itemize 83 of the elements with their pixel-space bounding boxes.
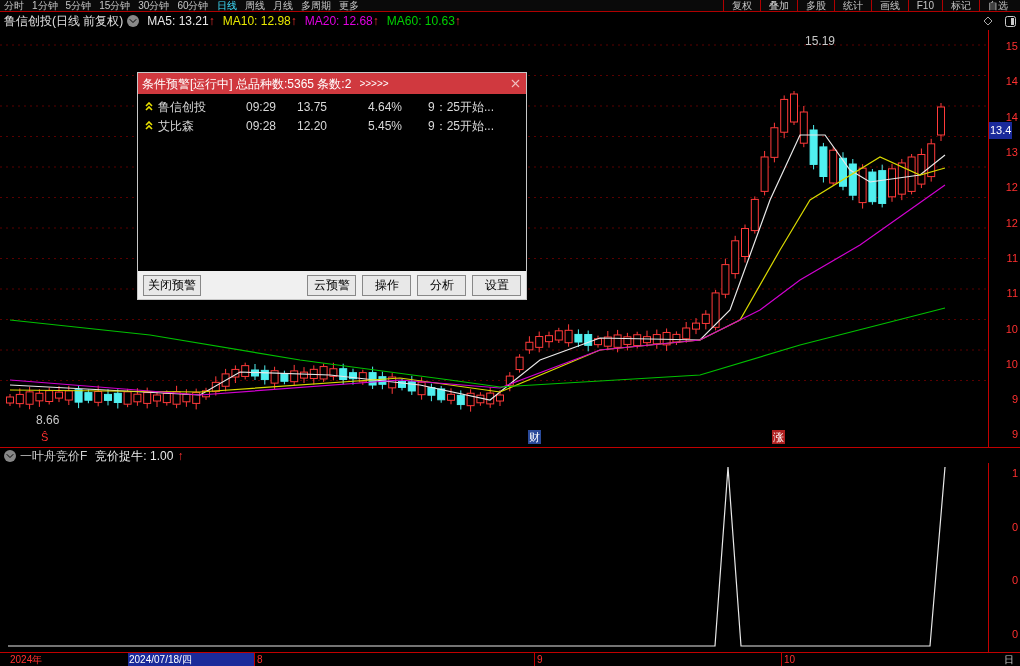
double-up-chevron-icon (145, 102, 153, 111)
period-label: 日 (1004, 653, 1015, 666)
price-axis-label: 12 (1004, 180, 1019, 196)
time-cell-text: 09:29 (246, 98, 278, 116)
dialog-title: 条件预警[运行中] 总品种数:5365 条数:2 (142, 75, 352, 93)
price-axis-label: 10 (1004, 356, 1019, 372)
high-price-label: 15.19 (805, 33, 836, 50)
period-tab[interactable]: 5分钟 (65, 0, 92, 12)
indicator-axis-label: 1 (1010, 466, 1019, 481)
price-axis-label: 9 (1010, 392, 1019, 408)
chart-marker: 财 (528, 430, 541, 444)
month-label: 9 (534, 653, 781, 666)
stock-name-cell[interactable]: 鲁信创投 (158, 97, 246, 116)
trend-arrow: ↑ (177, 447, 184, 465)
chart-title: 鲁信创投(日线 前复权) (4, 13, 124, 30)
price-axis-label: 12 (1004, 215, 1019, 231)
trend-arrow: ↑ (454, 13, 461, 30)
price-axis-label: 11 (1005, 286, 1019, 302)
time-cell-text: 09:28 (246, 117, 278, 135)
indicator-axis-label: 0 (1010, 573, 1019, 588)
chart-marker: 涨 (772, 430, 785, 444)
indicator-axis-label: 0 (1010, 519, 1019, 535)
period-tab[interactable]: 月线 (272, 0, 293, 12)
price-cell-text: 13.75 (297, 98, 329, 116)
close-icon[interactable] (509, 77, 522, 90)
moving-average-label: MA20: 12.68 (304, 13, 373, 30)
toolbar-button[interactable]: F10 (907, 0, 942, 12)
note-cell-text: 9：25开始... (428, 117, 495, 135)
dialog-button[interactable]: 设置 (472, 274, 521, 296)
period-tab[interactable]: 更多 (338, 0, 359, 12)
price-axis-label: 9 (1010, 427, 1019, 443)
note-cell-text: 9：25开始... (428, 98, 495, 116)
toolbar-button[interactable]: 多股 (796, 0, 834, 12)
diamond-icon[interactable] (983, 16, 993, 26)
change-cell-text: 4.64% (368, 98, 404, 116)
period-tab[interactable]: 60分钟 (177, 0, 209, 12)
window-icon[interactable] (1005, 15, 1016, 27)
indicator-value: 竞价捉牛: 1.00 (95, 447, 174, 465)
period-tab[interactable]: 多周期 (300, 0, 331, 12)
stock-name-cell[interactable]: 艾比森 (158, 116, 246, 135)
toolbar-button[interactable]: 叠加 (759, 0, 797, 12)
chart-marker: Ŝ (40, 430, 50, 444)
current-price-tag: 13.4 (989, 122, 1013, 139)
price-axis-label: 13 (1004, 144, 1019, 160)
period-tab[interactable]: 分时 (4, 0, 24, 12)
toolbar-button[interactable]: 复权 (722, 0, 760, 12)
dropdown-icon[interactable] (4, 449, 16, 462)
moving-average-label: MA5: 13.21 (147, 13, 209, 30)
close-alert-button[interactable]: 关闭预警 (143, 274, 201, 296)
month-label: 8 (254, 653, 534, 666)
price-axis-label: 15 (1004, 39, 1019, 54)
change-cell-text: 5.45% (368, 117, 404, 135)
trend-arrow: ↑ (208, 13, 215, 30)
indicator-axis-label: 0 (1010, 626, 1019, 642)
dialog-button[interactable]: 云预警 (307, 274, 356, 296)
period-tab[interactable]: 周线 (244, 0, 265, 12)
low-price-label: 8.66 (36, 414, 60, 427)
trend-arrow: ↑ (372, 13, 379, 30)
year-label: 2024年 (9, 653, 44, 666)
dialog-button[interactable]: 操作 (362, 274, 411, 296)
trend-arrow: ↑ (290, 13, 297, 30)
double-up-chevron-icon (145, 121, 153, 130)
dialog-arrows: >>>>> (359, 77, 389, 91)
dialog-button[interactable]: 分析 (417, 274, 466, 296)
moving-average-label: MA10: 12.98 (222, 13, 291, 30)
price-axis-label: 14 (1004, 74, 1019, 90)
indicator-name: 一叶舟竞价F (20, 447, 88, 465)
toolbar-button[interactable]: 统计 (833, 0, 871, 12)
moving-average-label: MA60: 10.63 (386, 13, 455, 30)
cursor-date: 2024/07/18/四 (128, 653, 254, 666)
toolbar-button[interactable]: 自选 (979, 0, 1016, 12)
price-axis-label: 11 (1005, 250, 1019, 266)
price-cell-text: 12.20 (297, 117, 329, 135)
toolbar-button[interactable]: 画线 (870, 0, 908, 12)
period-tab[interactable]: 30分钟 (138, 0, 170, 12)
dropdown-icon[interactable] (127, 15, 140, 27)
month-label: 10 (781, 653, 987, 666)
period-tab[interactable]: 日线 (216, 0, 237, 12)
toolbar-button[interactable]: 标记 (942, 0, 979, 12)
period-tab[interactable]: 15分钟 (99, 0, 131, 12)
price-axis-label: 14 (1004, 109, 1019, 125)
price-axis-label: 10 (1004, 321, 1019, 337)
period-tab[interactable]: 1分钟 (32, 0, 58, 12)
